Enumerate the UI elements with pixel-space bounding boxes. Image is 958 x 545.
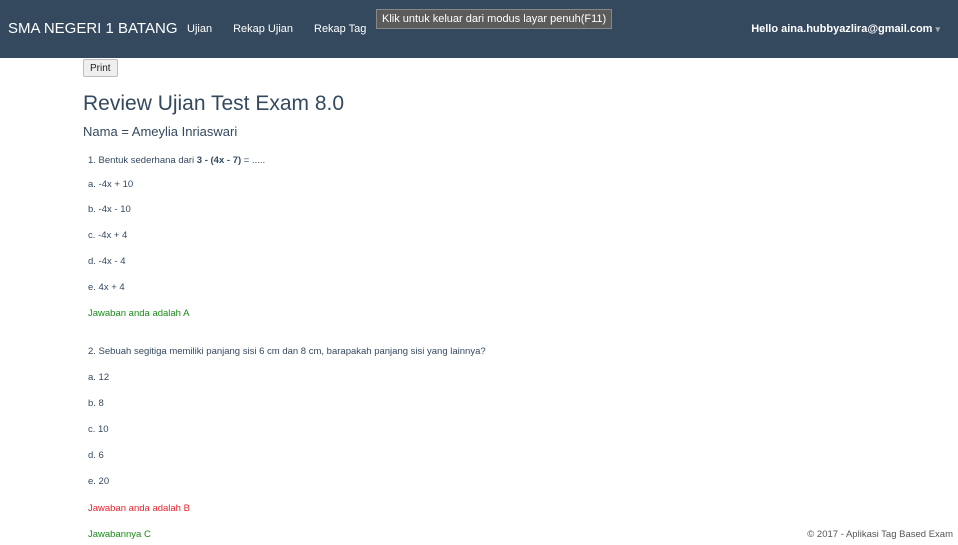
- student-name: Nama = Ameylia Inriaswari: [83, 124, 238, 139]
- question-2-option-a: a. 12: [88, 372, 110, 383]
- question-1-option-e: e. 4x + 4: [88, 282, 125, 293]
- print-button[interactable]: Print: [83, 59, 118, 77]
- question-1-suffix: = .....: [241, 155, 266, 166]
- nav-link-ujian[interactable]: Ujian: [187, 23, 212, 35]
- brand-link[interactable]: SMA NEGERI 1 BATANG: [8, 20, 177, 37]
- question-2-option-b: b. 8: [88, 398, 104, 409]
- fullscreen-tooltip: Klik untuk keluar dari modus layar penuh…: [376, 9, 613, 29]
- question-1-option-b: b. -4x - 10: [88, 204, 131, 215]
- caret-down-icon: ▾: [935, 24, 940, 34]
- top-navbar: SMA NEGERI 1 BATANG Ujian Rekap Ujian Re…: [0, 0, 958, 58]
- question-2-your-answer: Jawaban anda adalah B: [88, 503, 190, 514]
- question-2-option-e: e. 20: [88, 476, 110, 487]
- question-1-option-c: c. -4x + 4: [88, 230, 128, 241]
- user-greeting: Hello aina.hubbyazlira@gmail.com: [751, 23, 933, 35]
- question-2-correct-answer: Jawabannya C: [88, 529, 151, 540]
- nav-link-rekap-tag[interactable]: Rekap Tag: [314, 23, 366, 35]
- question-2-option-d: d. 6: [88, 450, 104, 461]
- question-1-option-d: d. -4x - 4: [88, 256, 126, 267]
- question-1-text: 1. Bentuk sederhana dari 3 - (4x - 7) = …: [88, 155, 265, 166]
- question-1-option-a: a. -4x + 10: [88, 179, 134, 190]
- question-1-prefix: 1. Bentuk sederhana dari: [88, 155, 197, 166]
- question-1-your-answer: Jawaban anda adalah A: [88, 308, 190, 319]
- question-1-expression: 3 - (4x - 7): [196, 155, 242, 166]
- page-title: Review Ujian Test Exam 8.0: [83, 92, 345, 115]
- user-menu[interactable]: Hello aina.hubbyazlira@gmail.com ▾: [751, 23, 940, 35]
- question-2-option-c: c. 10: [88, 424, 109, 435]
- nav-links: Ujian Rekap Ujian Rekap Tag: [187, 23, 387, 35]
- nav-link-rekap-ujian[interactable]: Rekap Ujian: [233, 23, 293, 35]
- footer-copyright: © 2017 - Aplikasi Tag Based Exam: [807, 529, 953, 540]
- question-2-text: 2. Sebuah segitiga memiliki panjang sisi…: [88, 346, 486, 357]
